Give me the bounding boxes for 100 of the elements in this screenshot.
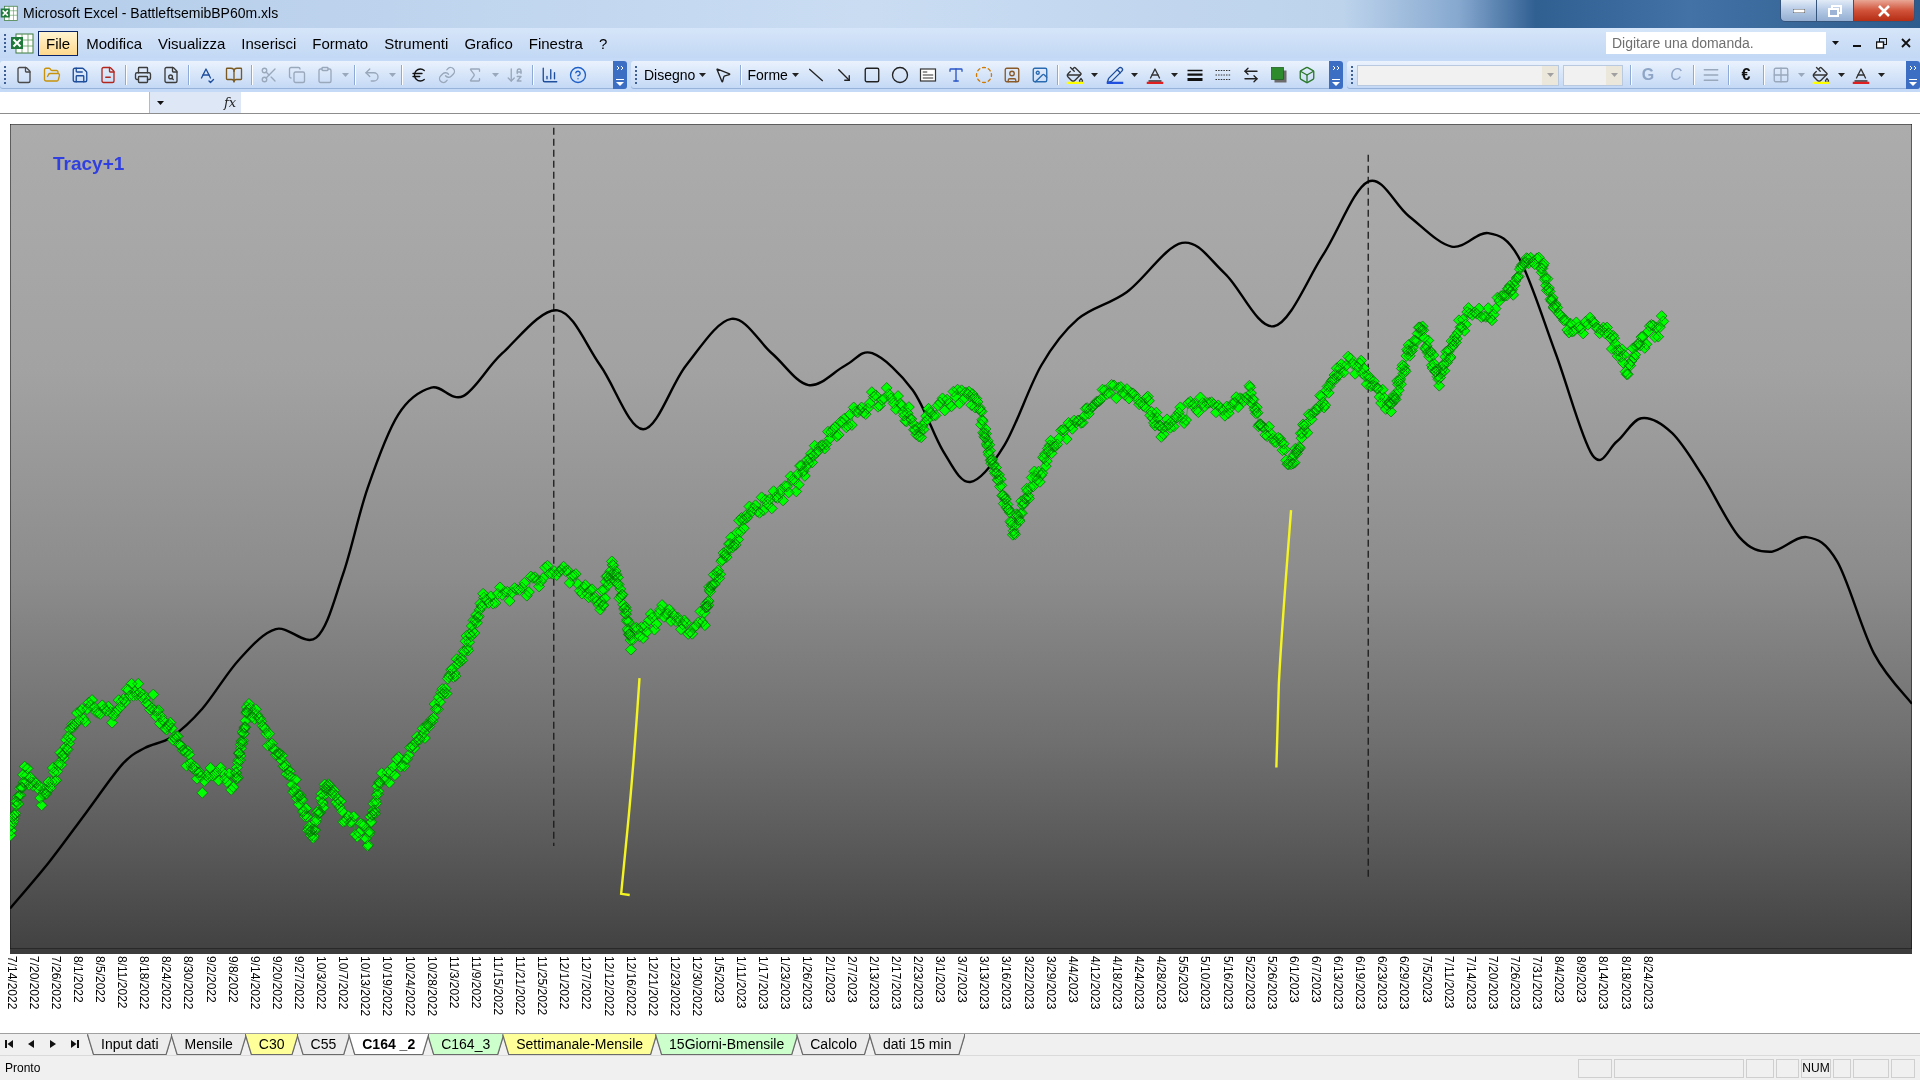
axis-label: 6/19/2023	[1353, 956, 1367, 1010]
sheet-tab[interactable]: C30	[245, 1034, 298, 1054]
spreadsheet-icon[interactable]	[10, 31, 34, 55]
caret-icon[interactable]	[1832, 41, 1839, 45]
line-icon[interactable]	[806, 66, 825, 84]
menu-item[interactable]: File	[38, 30, 79, 56]
letter-t-icon[interactable]	[946, 66, 965, 84]
caret-icon[interactable]	[157, 100, 164, 105]
formula-field[interactable]	[241, 92, 1920, 113]
caret-icon[interactable]	[791, 73, 799, 77]
axis-label: 4/24/2023	[1132, 956, 1146, 1010]
menu-button[interactable]: Forme	[744, 63, 802, 87]
sheet-tab[interactable]: Input dati	[88, 1034, 172, 1054]
euro-button[interactable]: €	[1732, 63, 1760, 87]
page-minus-icon[interactable]	[99, 66, 117, 84]
status-indicator: NUM	[1801, 1058, 1831, 1078]
next-sheet-icon[interactable]	[48, 1039, 58, 1049]
menu-item[interactable]: Inserisci	[233, 30, 305, 56]
caret-icon[interactable]	[1091, 73, 1099, 77]
caret-icon[interactable]	[699, 73, 707, 77]
sheet-tab[interactable]: Mensile	[171, 1034, 246, 1054]
grip-icon[interactable]	[634, 66, 638, 84]
axis-label: 11/21/2022	[513, 956, 527, 1016]
sheet-tab[interactable]: Settimanale-Mensile	[503, 1034, 657, 1054]
menu-item[interactable]: Grafico	[456, 30, 521, 56]
book-icon[interactable]	[225, 66, 243, 84]
axis-label: 4/4/2023	[1065, 956, 1079, 1003]
spreadsheet-icon[interactable]	[0, 4, 18, 22]
function-label[interactable]: fx	[224, 95, 237, 110]
menu-item[interactable]: Finestra	[520, 30, 591, 56]
caret-icon[interactable]	[1837, 73, 1845, 77]
font-color-icon[interactable]	[1145, 66, 1164, 84]
axis-label: 6/29/2023	[1397, 956, 1411, 1010]
shadow-square-icon[interactable]	[1269, 66, 1288, 84]
axis-label: 11/3/2022	[446, 956, 460, 1009]
restore-icon[interactable]	[1876, 37, 1887, 49]
menu-item[interactable]: Formato	[304, 30, 377, 56]
page-search-icon[interactable]	[162, 66, 180, 84]
menu-item[interactable]: Visualizza	[150, 30, 234, 56]
page-icon[interactable]	[15, 66, 33, 84]
toolbar-options-icon[interactable]	[1329, 61, 1343, 89]
axis-label: 6/7/2023	[1309, 956, 1322, 1003]
close-icon[interactable]	[1901, 38, 1911, 48]
minimize-button[interactable]	[1780, 0, 1817, 22]
sheet-tab[interactable]: C164_3	[428, 1034, 504, 1054]
bar-chart-icon[interactable]	[541, 66, 559, 84]
close-button[interactable]	[1854, 0, 1915, 22]
sheet-tab[interactable]: C164 _2	[349, 1034, 429, 1054]
picture-icon[interactable]	[1030, 66, 1049, 84]
grip-icon[interactable]	[3, 66, 7, 84]
cube-icon[interactable]	[1297, 66, 1316, 84]
help-icon[interactable]	[569, 66, 587, 84]
axis-label: 4/12/2023	[1087, 956, 1101, 1010]
font-color-icon[interactable]	[1852, 66, 1870, 84]
menu-item[interactable]: Modifica	[78, 30, 151, 56]
person-tile-icon[interactable]	[1002, 66, 1021, 84]
sheet-tab[interactable]: Calcolo	[797, 1034, 870, 1054]
help-search-field[interactable]: Digitare una domanda.	[1606, 32, 1826, 54]
pencil-icon[interactable]	[1105, 66, 1124, 84]
first-sheet-icon[interactable]	[4, 1039, 14, 1049]
axis-label: 1/17/2023	[756, 956, 770, 1010]
rectangle-icon[interactable]	[862, 66, 881, 84]
pointer-icon[interactable]	[714, 66, 733, 84]
sheet-tab[interactable]: 15Giorni-Bmensile	[656, 1034, 798, 1054]
toolbar-options-icon[interactable]	[613, 61, 627, 89]
axis-label: 4/28/2023	[1154, 956, 1168, 1010]
axis-label: 5/10/2023	[1198, 956, 1212, 1010]
previous-sheet-icon[interactable]	[26, 1039, 36, 1049]
axis-label: 4/18/2023	[1110, 956, 1123, 1010]
name-box-field[interactable]	[0, 92, 150, 113]
axis-label: 1/5/2023	[712, 956, 726, 1003]
axis-label: 2/13/2023	[866, 956, 880, 1010]
axis-label: 12/16/2022	[623, 956, 637, 1017]
axis-label: 3/1/2023	[933, 956, 947, 1003]
axis-label: 10/24/2022	[402, 956, 416, 1017]
dashed-circle-icon[interactable]	[974, 66, 993, 84]
sheet-tab[interactable]: dati 15 min	[869, 1034, 965, 1054]
caret-icon[interactable]	[1171, 73, 1179, 77]
axis-label: 12/30/2022	[689, 956, 703, 1017]
axis-label: 8/24/2023	[1640, 956, 1654, 1010]
axis-label: 8/5/2022	[93, 956, 106, 1003]
euro-sign-icon[interactable]	[410, 66, 428, 84]
paint-bucket-icon[interactable]	[1812, 66, 1830, 84]
double-arrow-icon[interactable]	[1241, 66, 1260, 84]
last-sheet-icon[interactable]	[70, 1039, 80, 1049]
caret-icon[interactable]	[1877, 73, 1885, 77]
menu-item[interactable]: ?	[590, 30, 616, 56]
grip-icon[interactable]	[1350, 66, 1354, 84]
menu-item[interactable]: Strumenti	[376, 30, 457, 56]
text-box-icon[interactable]	[918, 66, 937, 84]
sheet-tab[interactable]: C55	[297, 1034, 350, 1054]
menu-button[interactable]: Disegno	[641, 63, 710, 87]
oval-icon[interactable]	[890, 66, 909, 84]
axis-label: 3/13/2023	[977, 956, 991, 1010]
toolbar-options-icon[interactable]	[1906, 61, 1920, 89]
restore-button[interactable]	[1817, 0, 1854, 22]
paint-bucket-icon[interactable]	[1065, 66, 1084, 84]
grip-icon[interactable]	[3, 34, 7, 52]
caret-icon[interactable]	[1131, 73, 1139, 77]
printer-icon[interactable]	[134, 66, 152, 84]
